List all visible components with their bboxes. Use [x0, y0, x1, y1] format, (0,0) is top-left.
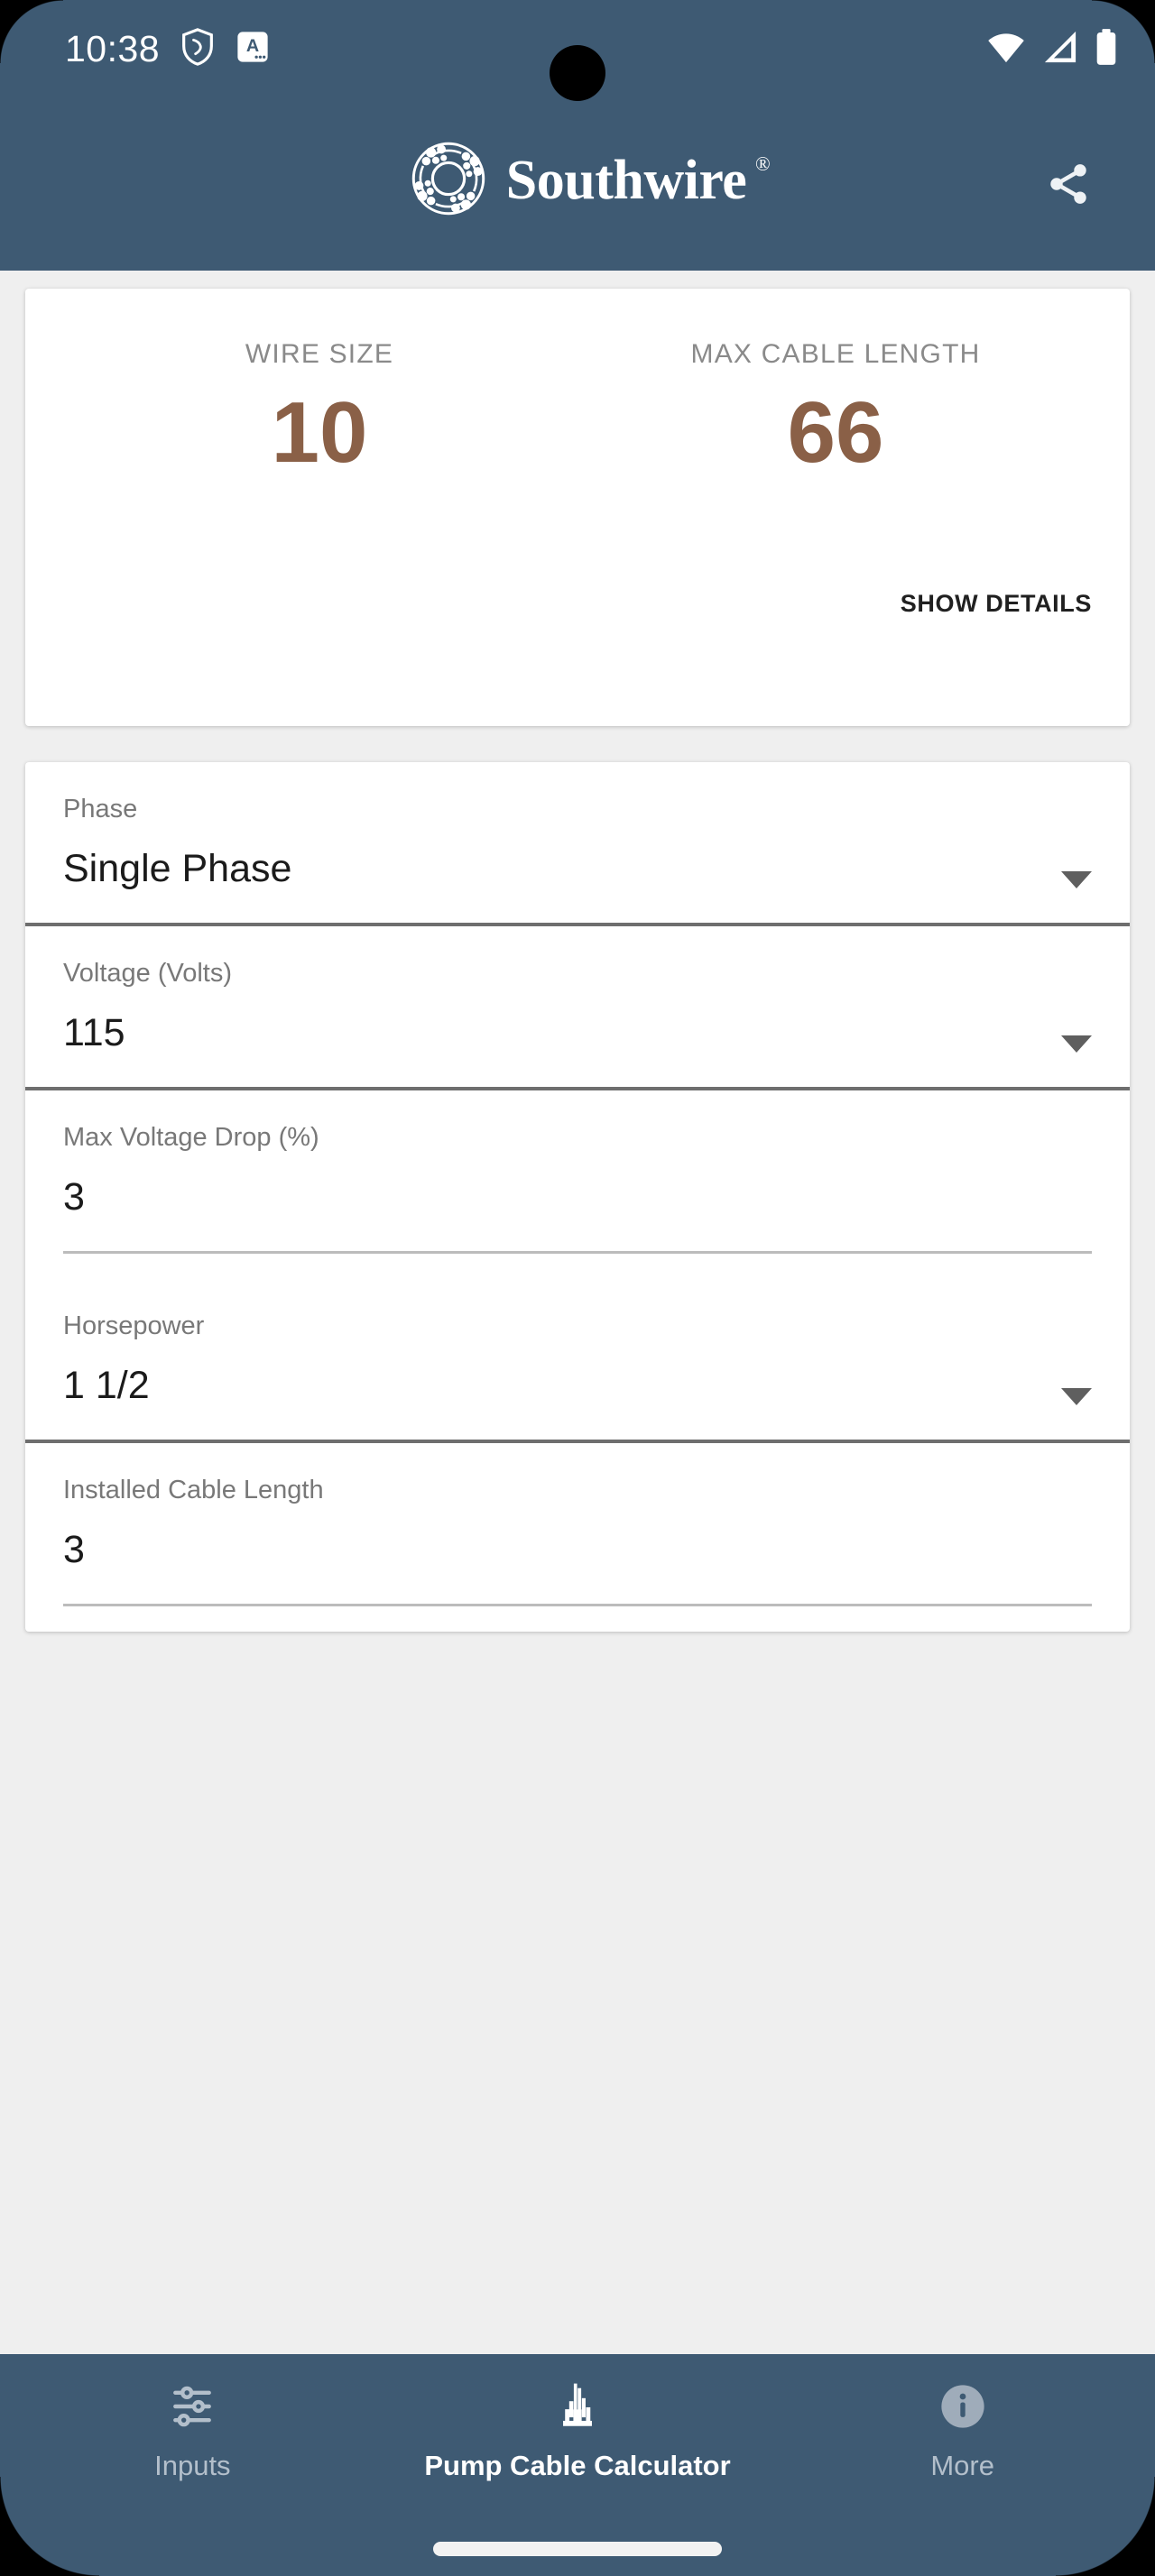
- results-row: WIRE SIZE 10 MAX CABLE LENGTH 66: [61, 339, 1094, 476]
- field-voltage-value: 115: [63, 1011, 125, 1054]
- max-cable-length-value: 66: [787, 384, 884, 481]
- inputs-form-card: Phase Single Phase Voltage (Volts) 115 M: [25, 762, 1130, 1632]
- nav-item-more-label: More: [930, 2450, 994, 2481]
- wire-size-value: 10: [271, 384, 368, 481]
- southwire-mark-icon: [409, 139, 488, 223]
- shield-icon: [180, 27, 216, 71]
- wire-size-label: WIRE SIZE: [245, 339, 394, 369]
- bottom-navigation-bar: Inputs Pump Cable Calculator More: [0, 2354, 1155, 2576]
- field-installed-cable-length-input[interactable]: 3: [63, 1531, 1092, 1595]
- status-clock: 10:38: [65, 27, 161, 69]
- chevron-down-icon[interactable]: [1061, 871, 1092, 888]
- field-max-voltage-drop[interactable]: Max Voltage Drop (%) 3: [25, 1090, 1130, 1279]
- field-max-voltage-drop-underline: [63, 1251, 1092, 1254]
- app-screen: 10:38 A Southwire ® WIRE SIZE 10 MAX CAB…: [0, 0, 1155, 2576]
- svg-text:A: A: [246, 36, 259, 56]
- nav-item-inputs-label: Inputs: [154, 2450, 231, 2481]
- home-indicator[interactable]: [433, 2542, 722, 2556]
- field-horsepower[interactable]: Horsepower 1 1/2: [25, 1279, 1130, 1443]
- app-bar: Southwire ®: [0, 97, 1155, 271]
- nav-item-inputs[interactable]: Inputs: [0, 2378, 385, 2482]
- field-phase-label: Phase: [63, 795, 138, 823]
- max-cable-length-label: MAX CABLE LENGTH: [690, 339, 981, 369]
- field-phase[interactable]: Phase Single Phase: [25, 762, 1130, 926]
- wire-size-result: WIRE SIZE 10: [61, 339, 578, 476]
- field-horsepower-label: Horsepower: [63, 1311, 205, 1340]
- nav-item-more[interactable]: More: [770, 2378, 1155, 2482]
- wifi-icon: [985, 30, 1027, 69]
- field-max-voltage-drop-input[interactable]: 3: [63, 1178, 1092, 1242]
- brand-wordmark: Southwire ®: [505, 149, 771, 211]
- southwire-logo: Southwire ®: [409, 139, 771, 223]
- show-details-button[interactable]: SHOW DETAILS: [901, 590, 1092, 618]
- field-voltage[interactable]: Voltage (Volts) 115: [25, 926, 1130, 1090]
- field-installed-cable-length[interactable]: Installed Cable Length 3: [25, 1443, 1130, 1632]
- registered-mark: ®: [755, 152, 771, 175]
- info-icon: [938, 2378, 987, 2435]
- nav-item-pump-cable-calculator-label: Pump Cable Calculator: [424, 2450, 731, 2481]
- field-voltage-label: Voltage (Volts): [63, 959, 232, 988]
- battery-icon: [1094, 28, 1119, 70]
- pump-icon: [551, 2378, 604, 2435]
- status-bar: 10:38 A: [0, 0, 1155, 101]
- app-badge-a-icon: A: [236, 30, 270, 69]
- share-button[interactable]: [1032, 148, 1104, 220]
- sliders-icon: [167, 2378, 217, 2435]
- page-content: WIRE SIZE 10 MAX CABLE LENGTH 66 SHOW DE…: [0, 271, 1155, 1632]
- field-phase-value: Single Phase: [63, 847, 292, 890]
- field-installed-cable-length-label: Installed Cable Length: [63, 1476, 324, 1504]
- status-bar-left: 10:38 A: [65, 27, 270, 71]
- nav-item-pump-cable-calculator[interactable]: Pump Cable Calculator: [385, 2378, 771, 2482]
- results-card: WIRE SIZE 10 MAX CABLE LENGTH 66 SHOW DE…: [25, 289, 1130, 726]
- status-bar-right: [985, 28, 1119, 70]
- max-cable-length-result: MAX CABLE LENGTH 66: [578, 339, 1094, 476]
- cellular-signal-icon: [1041, 30, 1079, 69]
- field-horsepower-value: 1 1/2: [63, 1364, 150, 1407]
- field-max-voltage-drop-label: Max Voltage Drop (%): [63, 1123, 319, 1152]
- chevron-down-icon[interactable]: [1061, 1388, 1092, 1405]
- field-installed-cable-length-underline: [63, 1604, 1092, 1606]
- chevron-down-icon[interactable]: [1061, 1035, 1092, 1053]
- camera-punch-hole: [550, 45, 605, 101]
